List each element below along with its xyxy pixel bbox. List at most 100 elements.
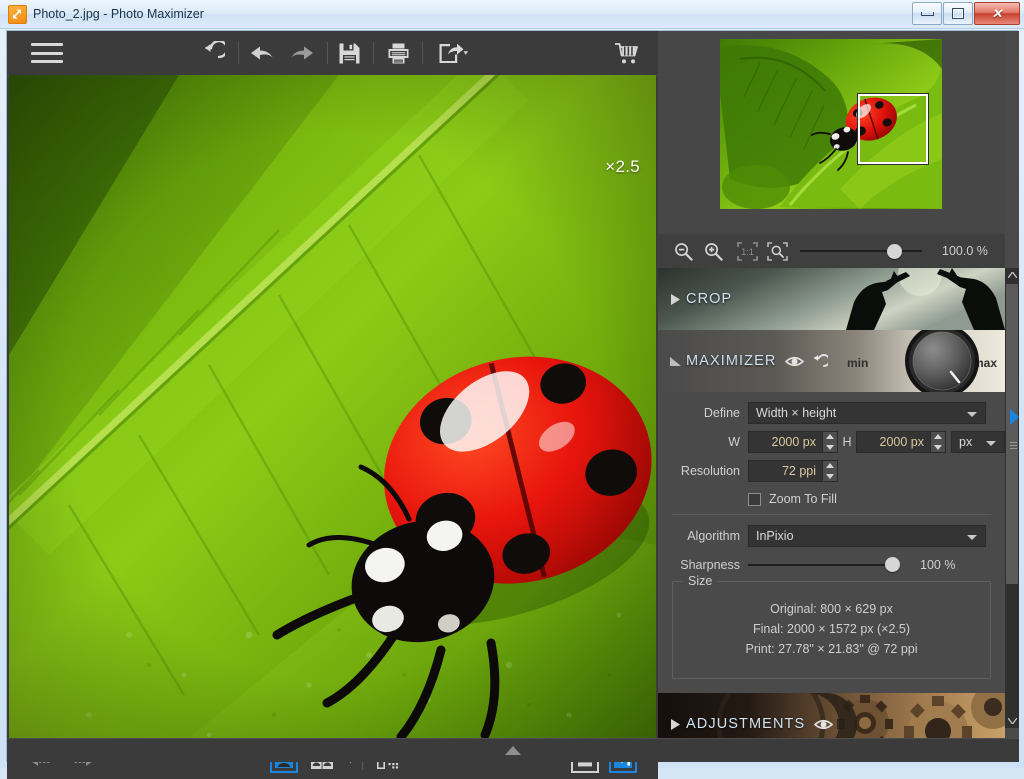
application-window: Photo_2.jpg - Photo Maximizer ✕ ×2.5 1:1… [0,0,1024,779]
panel-scrollbar[interactable] [1005,268,1019,728]
redo-arrow-icon [289,43,315,63]
svg-text:1:1: 1:1 [741,247,754,257]
tools-sections: CROP MAXIMIZER min max Define Width × he… [658,268,1005,761]
zoom-in-button[interactable] [698,234,728,268]
size-final: Final: 2000 × 1572 px (×2.5) [752,622,911,636]
sharpness-slider[interactable] [748,556,900,574]
ladybug-photo [9,75,656,738]
share-export-icon [438,42,468,64]
right-panel: 1:1 100.0 % CROP MAXIMIZER min max Defin… [658,31,1019,761]
zoom-toolbar: 1:1 100.0 % [658,234,1005,269]
reset-arrow-icon[interactable] [811,353,829,369]
zoom-percent-label: 100.0 % [942,244,988,258]
print-button[interactable] [381,31,415,75]
define-select[interactable]: Width × height [748,402,986,424]
algorithm-label: Algorithm [687,529,740,543]
chevron-down-icon [986,441,996,446]
chevron-right-icon [666,293,684,305]
undo-button[interactable] [245,31,279,75]
zoom-slider-handle[interactable] [887,244,902,259]
define-value: Width × height [756,406,837,420]
section-crop-header[interactable]: CROP [658,268,1005,330]
save-button[interactable] [332,31,366,75]
maximize-button[interactable] [943,2,973,25]
status-bar [7,738,1019,762]
undo-arrow-icon [249,43,275,63]
scrollbar-grip [1010,442,1017,449]
size-groupbox: Size Original: 800 × 629 px Final: 2000 … [672,574,991,679]
sharpness-slider-track [748,564,900,566]
width-label: W [728,435,740,449]
resolution-row: Resolution 72 ppi [658,460,1005,482]
sharpness-slider-handle[interactable] [885,557,900,572]
zoom-in-icon [704,242,723,261]
chevron-down-icon [967,412,977,417]
resolution-label: Resolution [680,464,740,478]
zoom-to-fill-checkbox[interactable] [748,492,761,506]
section-divider [672,514,991,515]
editor-column: ×2.5 [7,31,658,779]
dimensions-row: W 2000 px H 2000 px px [658,431,1005,453]
share-button[interactable] [431,31,475,75]
maximizer-knob[interactable]: min max [847,330,997,392]
cart-button[interactable] [605,31,647,75]
window-controls: ✕ [912,2,1020,25]
chevron-down-icon [666,356,684,366]
width-input[interactable]: 2000 px [748,431,823,453]
scrollbar-thumb[interactable] [1006,284,1018,584]
zoom-to-fill-row: Zoom To Fill [658,492,1005,506]
canvas-zoom-badge: ×2.5 [605,157,640,176]
resolution-stepper[interactable] [823,460,838,482]
section-maximizer-header[interactable]: MAXIMIZER min max [658,330,1005,392]
minimize-button[interactable] [912,2,942,25]
navigator-preview [658,31,1005,235]
menu-icon[interactable] [31,43,63,63]
section-maximizer-body: Define Width × height W 2000 px H 2000 p… [658,392,1005,685]
zoom-slider-track [800,250,922,252]
collapse-panel-handle[interactable] [1010,409,1019,425]
eye-icon[interactable] [785,355,805,368]
define-row: Define Width × height [658,402,1005,424]
zoom-to-fill-label: Zoom To Fill [769,492,837,506]
chevron-right-icon [666,718,684,730]
viewport-selection-box[interactable] [857,93,929,165]
algorithm-select[interactable]: InPixio [748,525,986,547]
fit-to-window-button[interactable] [762,234,792,268]
app-logo-icon [8,5,27,24]
one-to-one-icon: 1:1 [736,241,758,261]
scroll-up-button[interactable] [1005,268,1019,282]
size-legend: Size [683,574,718,588]
close-button[interactable]: ✕ [974,2,1020,25]
size-print: Print: 27.78" × 21.83" @ 72 ppi [745,642,918,656]
client-area: ×2.5 1:1 100.0 % CROP MAXIMIZER min max … [6,30,1019,779]
height-stepper[interactable] [931,431,946,453]
height-label: H [842,435,852,449]
expand-filmstrip-button[interactable] [505,746,521,755]
main-toolbar [7,31,658,76]
section-maximizer-title: MAXIMIZER [686,353,777,369]
image-canvas[interactable]: ×2.5 [9,75,656,738]
chevron-down-icon [967,535,977,540]
fit-window-icon [766,241,788,261]
zoom-out-button[interactable] [668,234,698,268]
sharpness-value: 100 % [920,558,956,572]
height-input[interactable]: 2000 px [856,431,931,453]
algorithm-value: InPixio [756,529,794,543]
window-title: Photo_2.jpg - Photo Maximizer [33,7,204,21]
actual-size-button[interactable]: 1:1 [732,234,762,268]
resolution-input[interactable]: 72 ppi [748,460,823,482]
preview-thumbnail[interactable] [720,39,942,209]
scroll-down-button[interactable] [1005,714,1019,728]
save-disk-icon [338,42,361,65]
reset-button[interactable] [192,31,232,75]
sharpness-label: Sharpness [680,558,740,572]
zoom-slider[interactable] [800,234,922,268]
reset-arrow-icon [199,41,225,65]
unit-select[interactable]: px [951,431,1005,453]
eye-icon[interactable] [814,718,834,731]
redo-button[interactable] [285,31,319,75]
size-original: Original: 800 × 629 px [770,602,893,616]
shopping-cart-icon [613,42,640,65]
knob-min-label: min [847,356,869,370]
width-stepper[interactable] [823,431,838,453]
